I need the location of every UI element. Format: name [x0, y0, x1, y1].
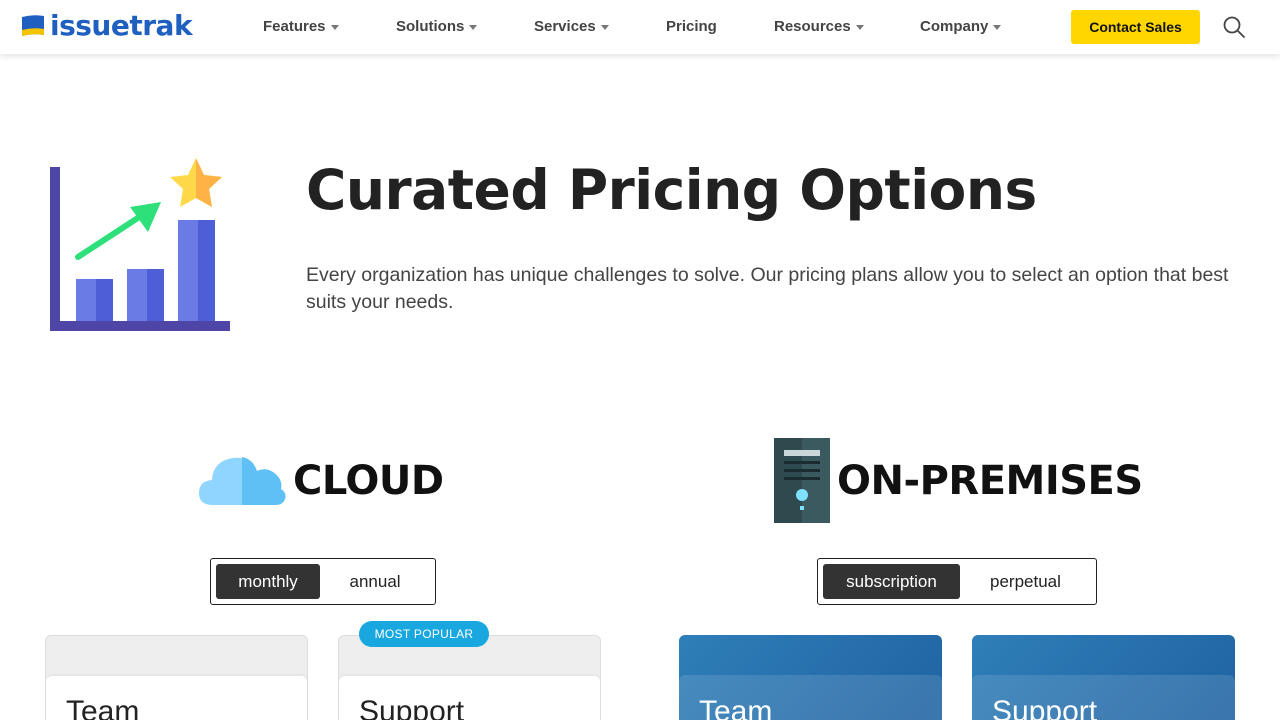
chevron-down-icon: [330, 24, 339, 30]
cloud-heading: CLOUD: [199, 455, 444, 507]
nav-resources-label: Resources: [774, 18, 851, 35]
onprem-title: ON-PREMISES: [837, 457, 1143, 504]
onprem-license-toggle: subscription perpetual: [817, 558, 1097, 605]
server-icon: [774, 438, 830, 523]
page-title: Curated Pricing Options: [306, 158, 1037, 222]
nav-solutions-label: Solutions: [396, 18, 465, 35]
toggle-monthly[interactable]: monthly: [216, 564, 321, 599]
nav-services-label: Services: [534, 18, 596, 35]
search-icon[interactable]: [1222, 15, 1246, 39]
cloud-title: CLOUD: [293, 458, 444, 504]
chevron-down-icon: [855, 24, 864, 30]
nav-solutions[interactable]: Solutions: [396, 17, 478, 37]
chevron-down-icon: [469, 24, 478, 30]
onprem-heading: ON-PREMISES: [774, 438, 1143, 523]
cloud-team-name: Team: [66, 695, 140, 720]
nav-services[interactable]: Services: [534, 17, 609, 37]
nav-features[interactable]: Features: [263, 17, 339, 37]
cloud-support-name: Support: [359, 695, 465, 720]
onprem-team-name: Team: [699, 695, 773, 720]
issuetrak-logo[interactable]: issuetrak: [20, 9, 193, 42]
logo-mark-icon: [22, 15, 44, 36]
nav-company-label: Company: [920, 18, 989, 35]
cloud-billing-toggle: monthly annual: [210, 558, 436, 605]
nav-pricing[interactable]: Pricing: [666, 17, 717, 37]
onprem-support-name: Support: [992, 695, 1098, 720]
toggle-perpetual[interactable]: perpetual: [960, 564, 1091, 599]
nav-resources[interactable]: Resources: [774, 17, 864, 37]
nav-features-label: Features: [263, 18, 326, 35]
page-description: Every organization has unique challenges…: [306, 264, 1229, 313]
most-popular-badge: MOST POPULAR: [359, 621, 489, 647]
nav-pricing-label: Pricing: [666, 18, 717, 35]
contact-sales-button[interactable]: Contact Sales: [1071, 10, 1200, 44]
nav-company[interactable]: Company: [920, 17, 1002, 37]
growth-chart-icon: [50, 158, 230, 331]
toggle-subscription[interactable]: subscription: [823, 564, 960, 599]
top-navigation: issuetrak Features Solutions Services Pr…: [0, 0, 1280, 54]
toggle-annual[interactable]: annual: [320, 564, 430, 599]
logo-wordmark: issuetrak: [50, 9, 193, 42]
chevron-down-icon: [600, 24, 609, 30]
cloud-icon: [199, 457, 286, 505]
chevron-down-icon: [993, 24, 1002, 30]
